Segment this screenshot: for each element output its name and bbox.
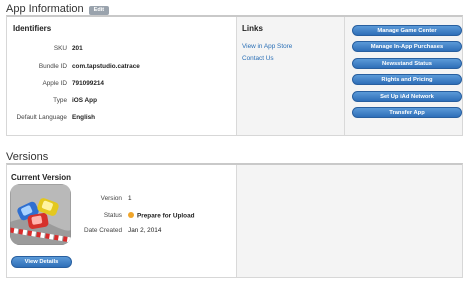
default-language-label: Default Language bbox=[16, 114, 67, 121]
set-up-iad-network-button[interactable]: Set Up iAd Network bbox=[352, 91, 462, 102]
newsstand-status-button[interactable]: Newsstand Status bbox=[352, 58, 462, 69]
type-label: Type bbox=[53, 97, 67, 104]
default-language-value: English bbox=[72, 114, 96, 121]
date-created-value: Jan 2, 2014 bbox=[128, 227, 162, 234]
sku-label: SKU bbox=[53, 45, 67, 52]
versions-panel: Current Version Version 1 Status Prepare… bbox=[6, 163, 463, 278]
column-divider bbox=[236, 17, 237, 135]
rights-and-pricing-button[interactable]: Rights and Pricing bbox=[352, 74, 462, 85]
identifiers-heading: Identifiers bbox=[13, 24, 52, 33]
links-heading: Links bbox=[242, 24, 263, 33]
race-cars-icon bbox=[10, 184, 71, 245]
app-information-title-text: App Information bbox=[6, 3, 84, 15]
date-created-label: Date Created bbox=[83, 227, 122, 234]
bundle-id-value: com.tapstudio.catrace bbox=[72, 63, 140, 70]
status-value-wrapper: Prepare for Upload bbox=[128, 212, 195, 220]
column-divider bbox=[236, 165, 237, 277]
manage-in-app-purchases-button[interactable]: Manage In-App Purchases bbox=[352, 41, 462, 52]
version-label: Version bbox=[100, 195, 122, 202]
transfer-app-button[interactable]: Transfer App bbox=[352, 107, 462, 118]
app-information-title: App Information Edit bbox=[6, 3, 110, 15]
app-icon bbox=[10, 184, 71, 245]
versions-title: Versions bbox=[6, 151, 49, 163]
version-value: 1 bbox=[128, 195, 132, 202]
view-in-app-store-link[interactable]: View in App Store bbox=[242, 43, 292, 50]
sku-value: 201 bbox=[72, 45, 83, 52]
type-value: iOS App bbox=[72, 97, 97, 104]
bundle-id-label: Bundle ID bbox=[38, 63, 67, 70]
apple-id-value: 791099214 bbox=[72, 80, 104, 87]
contact-us-link[interactable]: Contact Us bbox=[242, 55, 274, 62]
manage-game-center-button[interactable]: Manage Game Center bbox=[352, 25, 462, 36]
status-warning-icon bbox=[128, 212, 134, 218]
apple-id-label: Apple ID bbox=[42, 80, 67, 87]
edit-button[interactable]: Edit bbox=[88, 6, 110, 15]
app-information-panel: Identifiers SKU 201 Bundle ID com.tapstu… bbox=[6, 15, 463, 136]
view-details-button[interactable]: View Details bbox=[11, 256, 72, 268]
status-value: Prepare for Upload bbox=[137, 212, 195, 220]
current-version-heading: Current Version bbox=[11, 173, 72, 182]
status-label: Status bbox=[103, 212, 122, 219]
column-divider bbox=[344, 17, 345, 135]
